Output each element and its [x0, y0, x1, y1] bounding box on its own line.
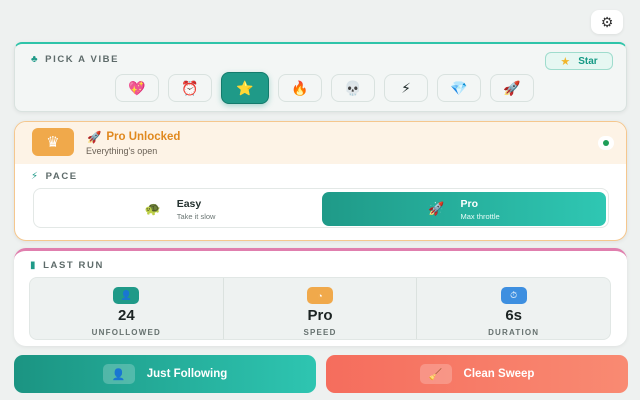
last-run-section-label: ▮ LAST RUN	[30, 260, 104, 271]
pro-subtitle: Everything's open	[86, 146, 158, 156]
vibe-heart[interactable]: 💖	[115, 74, 159, 102]
vibe-bolt[interactable]: ⚡	[384, 74, 428, 102]
vibe-gem[interactable]: 💎	[437, 74, 481, 102]
vibe-section-label: ♣ PICK A VIBE	[31, 54, 120, 65]
pace-option-pro[interactable]: 🚀 Pro Max throttle	[322, 192, 606, 226]
settings-button[interactable]: ⚙	[591, 10, 623, 34]
selected-vibe-badge: ★ Star	[545, 52, 613, 70]
user-minus-icon: 👤	[113, 287, 140, 304]
user-minus-icon: 👤	[102, 364, 135, 384]
fire-icon: 🔥	[291, 79, 309, 96]
speedometer-icon: ◔	[307, 287, 333, 304]
vibe-fire[interactable]: 🔥	[278, 74, 322, 102]
rocket-icon: 🚀	[87, 132, 102, 144]
crown-icon: ♛	[32, 128, 74, 156]
lightning-icon: ⚡	[31, 171, 40, 182]
pro-title: 🚀 Pro Unlocked	[87, 131, 181, 144]
star-icon: ⭐	[236, 79, 254, 96]
broom-icon: 🧹	[419, 364, 452, 384]
gear-icon: ⚙	[600, 13, 614, 30]
pro-card: ♛ 🚀 Pro Unlocked Everything's open ⚡ PAC…	[14, 121, 627, 241]
vibe-skull[interactable]: 💀	[331, 74, 375, 102]
lightning-icon: ⚡	[401, 79, 411, 96]
clover-icon: ♣	[31, 54, 40, 65]
heart-icon: 💖	[128, 79, 146, 96]
vibe-rocket[interactable]: 🚀	[490, 74, 534, 102]
just-following-button[interactable]: 👤 Just Following	[14, 355, 316, 393]
stats-panel: 👤 24 UNFOLLOWED ◔ Pro SPEED ⏱ 6s DURATIO…	[29, 277, 611, 340]
rocket-icon: 🚀	[428, 201, 445, 216]
gem-icon: 💎	[450, 79, 468, 96]
stat-unfollowed: 👤 24 UNFOLLOWED	[30, 278, 224, 339]
vibe-star[interactable]: ⭐	[221, 72, 269, 104]
pro-header: ♛ 🚀 Pro Unlocked Everything's open	[15, 122, 626, 164]
bar-chart-icon: ▮	[30, 260, 38, 271]
vibe-options: 💖 ⏰ ⭐ 🔥 💀 ⚡ 💎 🚀	[115, 72, 534, 104]
turtle-icon: 🐢	[144, 201, 161, 216]
vibe-alarm[interactable]: ⏰	[168, 74, 212, 102]
rocket-icon: 🚀	[503, 79, 521, 96]
pace-selector: 🐢 Easy Take it slow 🚀 Pro Max throttle	[33, 188, 609, 228]
clean-sweep-button[interactable]: 🧹 Clean Sweep	[326, 355, 628, 393]
stat-duration: ⏱ 6s DURATION	[417, 278, 610, 339]
last-run-card: ▮ LAST RUN 👤 24 UNFOLLOWED ◔ Pro SPEED ⏱…	[14, 248, 627, 346]
status-indicator	[598, 136, 614, 150]
pace-section-label: ⚡ PACE	[31, 171, 78, 182]
timer-icon: ⏱	[500, 287, 527, 304]
stat-speed: ◔ Pro SPEED	[224, 278, 418, 339]
star-icon: ★	[560, 55, 571, 68]
pace-option-easy[interactable]: 🐢 Easy Take it slow	[38, 192, 322, 226]
alarm-clock-icon: ⏰	[181, 79, 199, 96]
vibe-card: ♣ PICK A VIBE ★ Star 💖 ⏰ ⭐ 🔥 💀 ⚡ 💎 🚀	[14, 42, 627, 112]
skull-icon: 💀	[344, 79, 362, 96]
